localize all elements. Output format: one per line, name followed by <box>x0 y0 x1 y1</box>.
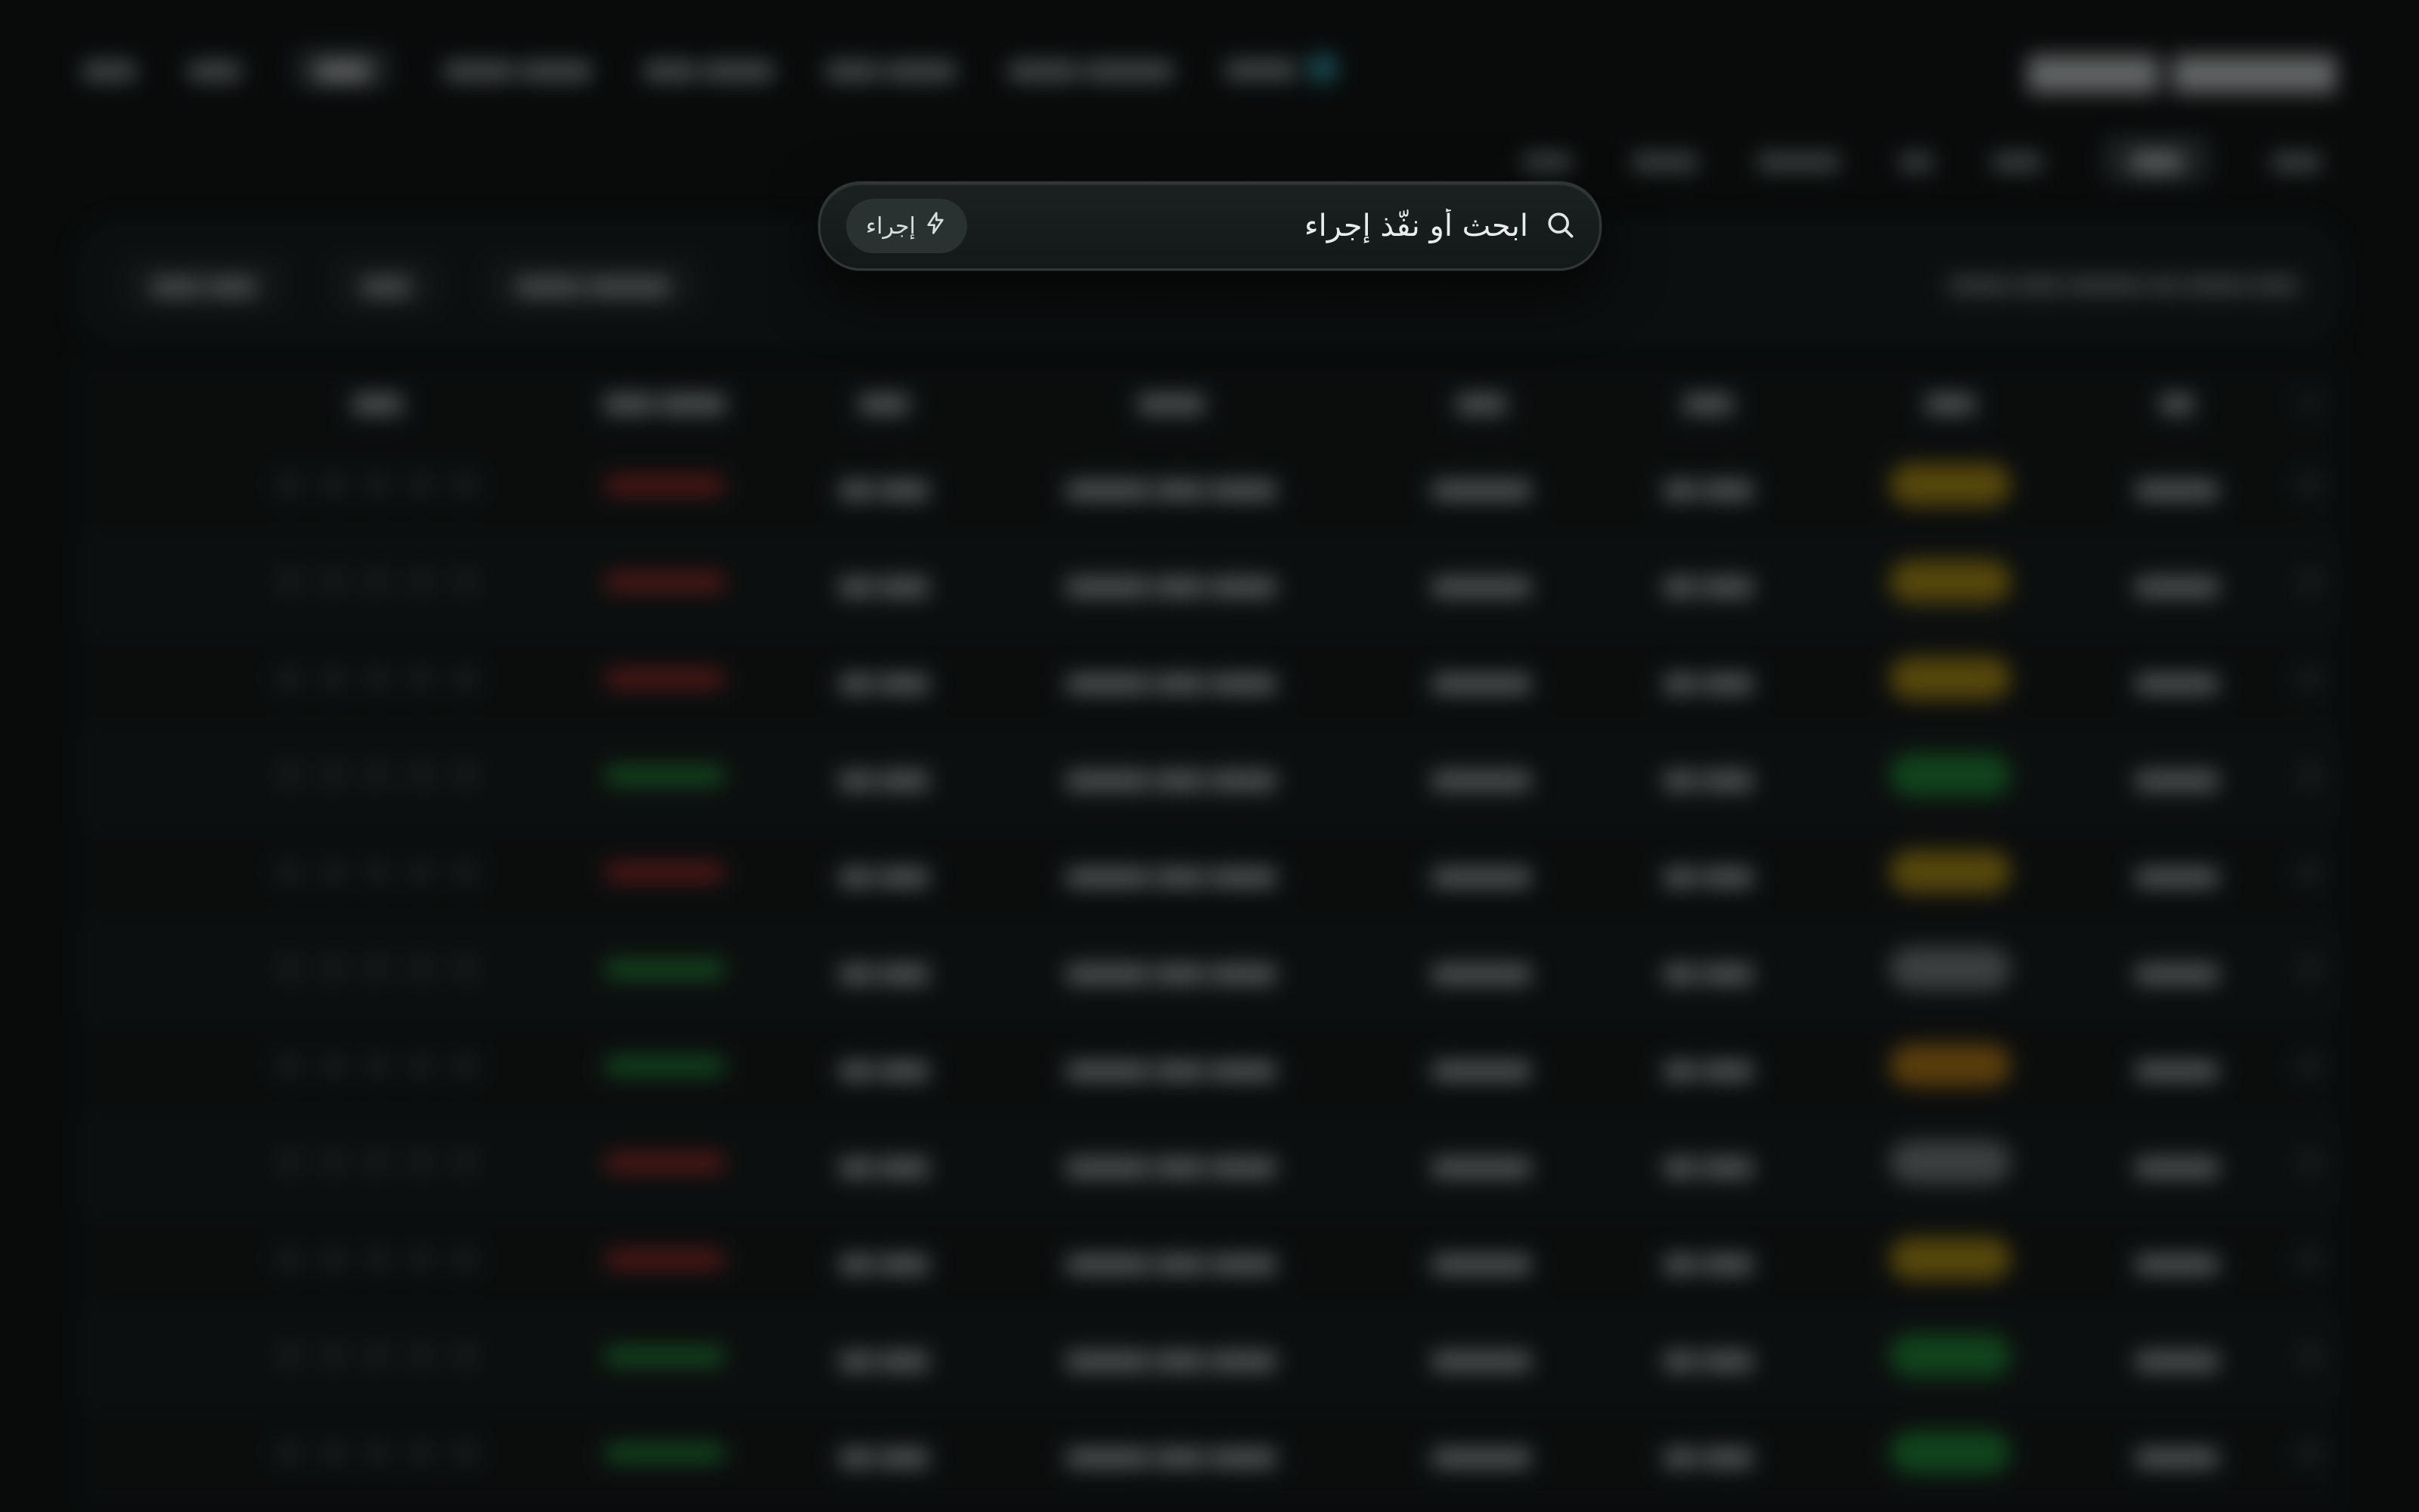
command-search-input[interactable] <box>966 196 1543 256</box>
search-icon <box>1543 208 1577 244</box>
action-button-label: إجراء <box>866 212 916 240</box>
command-palette: إجراء <box>818 181 1602 271</box>
action-button[interactable]: إجراء <box>846 199 967 253</box>
bolt-icon <box>923 211 947 241</box>
